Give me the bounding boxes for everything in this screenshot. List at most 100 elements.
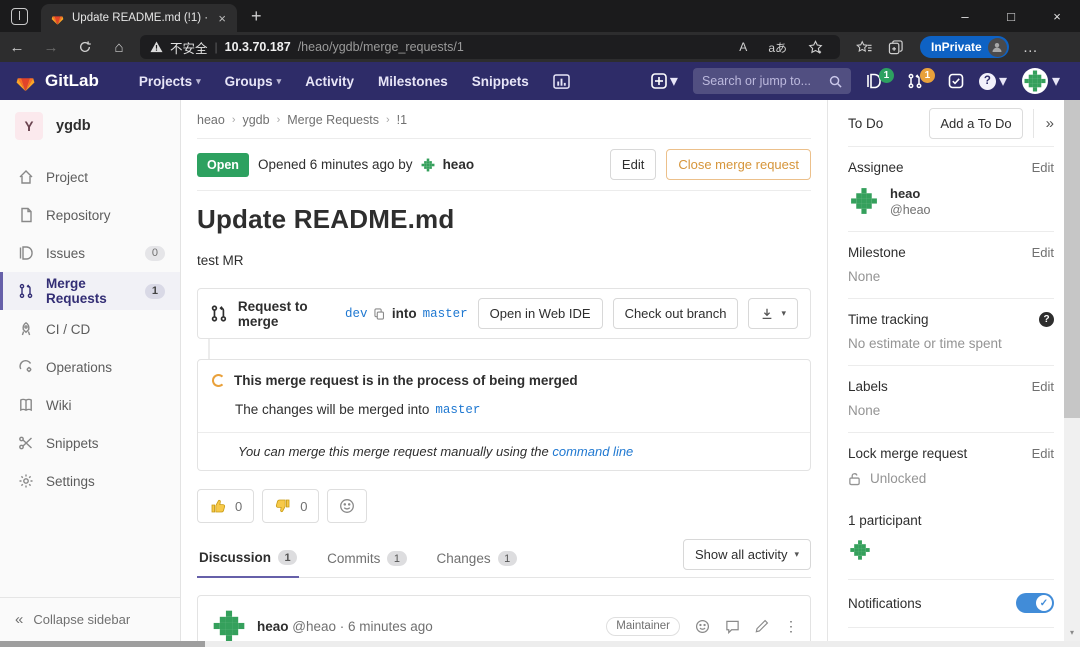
- gitlab-brand[interactable]: GitLab: [14, 70, 99, 93]
- search-icon: [829, 75, 842, 88]
- breadcrumb-group[interactable]: heao: [197, 113, 225, 127]
- chevron-right-icon: ›: [277, 114, 281, 126]
- issues-shortcut-button[interactable]: 1: [866, 73, 892, 89]
- sidebar-item-project[interactable]: Project: [0, 158, 180, 196]
- notifications-toggle[interactable]: ✓: [1016, 593, 1054, 613]
- download-dropdown-button[interactable]: ▾: [748, 298, 798, 329]
- project-header[interactable]: Y ygdb: [0, 100, 180, 150]
- chevron-down-icon: ▾: [999, 71, 1007, 91]
- vertical-scrollbar-thumb[interactable]: [1064, 100, 1080, 418]
- add-reaction-icon[interactable]: [695, 619, 710, 634]
- read-aloud-icon[interactable]: A: [732, 40, 754, 54]
- copy-icon[interactable]: [373, 307, 385, 321]
- tab-discussion[interactable]: Discussion1: [197, 540, 299, 578]
- sidebar-item-wiki[interactable]: Wiki: [0, 386, 180, 424]
- lock-edit-link[interactable]: Edit: [1032, 446, 1054, 461]
- thumbs-down-button[interactable]: 0: [262, 489, 319, 523]
- nav-milestones[interactable]: Milestones: [378, 74, 448, 89]
- new-menu-button[interactable]: ▾: [651, 71, 678, 91]
- show-all-activity-button[interactable]: Show all activity ▾: [683, 539, 811, 570]
- close-merge-request-button[interactable]: Close merge request: [666, 149, 811, 180]
- search-input[interactable]: Search or jump to...: [693, 68, 851, 94]
- horizontal-scrollbar[interactable]: [0, 641, 1080, 647]
- sidebar-item-issues[interactable]: Issues 0: [0, 234, 180, 272]
- nav-snippets[interactable]: Snippets: [472, 74, 529, 89]
- collections-icon[interactable]: [888, 40, 904, 55]
- translate-icon[interactable]: aあ: [761, 39, 794, 56]
- breadcrumb-project[interactable]: ygdb: [242, 113, 269, 127]
- browser-tab[interactable]: Update README.md (!1) · Merge ×: [41, 4, 237, 32]
- chevron-down-icon: ▾: [794, 549, 799, 560]
- add-todo-button[interactable]: Add a To Do: [929, 108, 1022, 139]
- tab-changes[interactable]: Changes1: [435, 541, 519, 577]
- labels-edit-link[interactable]: Edit: [1032, 379, 1054, 394]
- target-branch-link[interactable]: master: [423, 307, 468, 321]
- security-status-label[interactable]: 不安全: [170, 38, 208, 57]
- edit-pencil-icon[interactable]: [755, 619, 769, 633]
- todos-shortcut-button[interactable]: [948, 73, 964, 89]
- tab-actions-menu-icon[interactable]: [11, 8, 28, 25]
- sidebar-item-cicd[interactable]: CI / CD: [0, 310, 180, 348]
- source-branch-link[interactable]: dev: [345, 307, 368, 321]
- back-icon[interactable]: ←: [0, 39, 34, 56]
- todo-label: To Do: [848, 116, 929, 131]
- assignee-user[interactable]: heao @heao: [848, 185, 1054, 217]
- checkout-branch-button[interactable]: Check out branch: [613, 298, 739, 329]
- chart-icon[interactable]: [553, 74, 570, 89]
- assignee-edit-link[interactable]: Edit: [1032, 160, 1054, 175]
- sidebar-item-snippets[interactable]: Snippets: [0, 424, 180, 462]
- help-menu-button[interactable]: ? ▾: [979, 71, 1007, 91]
- collapse-sidebar-button[interactable]: « Collapse sidebar: [0, 597, 180, 641]
- horizontal-scrollbar-thumb[interactable]: [0, 641, 205, 647]
- command-line-link[interactable]: command line: [552, 444, 633, 459]
- open-web-ide-button[interactable]: Open in Web IDE: [478, 298, 603, 329]
- project-name: ygdb: [56, 118, 91, 134]
- merge-requests-shortcut-button[interactable]: 1: [907, 73, 933, 89]
- more-actions-icon[interactable]: ⋮: [784, 618, 798, 635]
- participant-avatar[interactable]: [848, 538, 872, 562]
- sidebar-item-operations[interactable]: Operations: [0, 348, 180, 386]
- window-close-icon[interactable]: ×: [1034, 0, 1080, 32]
- author-name[interactable]: heao: [443, 157, 475, 172]
- breadcrumb-mr-id[interactable]: !1: [397, 113, 407, 127]
- collapse-right-icon[interactable]: »: [1033, 109, 1054, 138]
- sidebar-item-merge-requests[interactable]: Merge Requests 1: [0, 272, 180, 310]
- window-minimize-icon[interactable]: –: [942, 0, 988, 32]
- browser-menu-icon[interactable]: …: [1023, 39, 1039, 56]
- window-maximize-icon[interactable]: □: [988, 0, 1034, 32]
- merge-status-detail: The changes will be merged into master: [235, 402, 796, 417]
- forward-icon[interactable]: →: [34, 39, 68, 56]
- nav-groups[interactable]: Groups▾: [225, 74, 282, 89]
- refresh-icon[interactable]: [68, 40, 102, 54]
- add-emoji-button[interactable]: [327, 489, 367, 523]
- thumbs-down-count: 0: [300, 499, 307, 514]
- milestone-label: Milestone: [848, 245, 906, 260]
- screen: Update README.md (!1) · Merge × + – □ × …: [0, 0, 1080, 647]
- new-tab-button[interactable]: +: [251, 6, 262, 27]
- sidebar-item-settings[interactable]: Settings: [0, 462, 180, 500]
- add-favorite-icon[interactable]: [801, 40, 830, 54]
- help-icon[interactable]: ?: [1039, 312, 1054, 327]
- chevron-right-icon: ›: [232, 114, 236, 126]
- vertical-scrollbar[interactable]: ▾: [1064, 100, 1080, 641]
- tab-commits[interactable]: Commits1: [325, 541, 408, 577]
- scroll-down-arrow-icon[interactable]: ▾: [1064, 628, 1080, 637]
- user-menu-button[interactable]: ▾: [1022, 68, 1060, 94]
- inprivate-badge[interactable]: InPrivate: [920, 36, 1009, 58]
- comment-author-name[interactable]: heao: [257, 619, 289, 634]
- nav-activity[interactable]: Activity: [305, 74, 354, 89]
- notifications-section: Notifications ✓: [848, 580, 1054, 628]
- home-icon[interactable]: ⌂: [102, 39, 136, 56]
- nav-projects[interactable]: Projects▾: [139, 74, 201, 89]
- milestone-edit-link[interactable]: Edit: [1032, 245, 1054, 260]
- tab-close-icon[interactable]: ×: [216, 12, 228, 25]
- thumbs-up-button[interactable]: 0: [197, 489, 254, 523]
- comment-bubble-icon[interactable]: [725, 619, 740, 634]
- favorites-bar-icon[interactable]: [856, 40, 872, 55]
- issues-icon: [18, 245, 34, 261]
- breadcrumb-merge-requests[interactable]: Merge Requests: [287, 113, 379, 127]
- edit-button[interactable]: Edit: [610, 149, 656, 180]
- address-bar[interactable]: 不安全 | 10.3.70.187/heao/ygdb/merge_reques…: [140, 35, 840, 59]
- sidebar-item-repository[interactable]: Repository: [0, 196, 180, 234]
- target-branch-link[interactable]: master: [435, 403, 480, 417]
